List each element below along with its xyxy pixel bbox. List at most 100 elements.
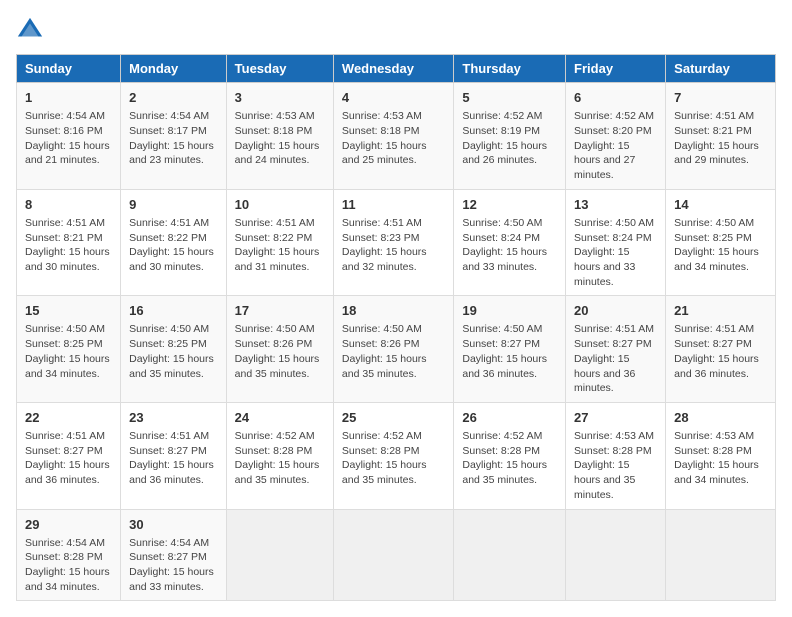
calendar-cell: 18 Sunrise: 4:50 AMSunset: 8:26 PMDayligh… [333, 296, 453, 403]
calendar-cell: 25 Sunrise: 4:52 AMSunset: 8:28 PMDayligh… [333, 402, 453, 509]
weekday-header-monday: Monday [121, 55, 227, 83]
day-number: 20 [574, 302, 657, 320]
calendar-cell: 5 Sunrise: 4:52 AMSunset: 8:19 PMDaylight… [454, 83, 566, 190]
day-number: 1 [25, 89, 112, 107]
calendar-cell [566, 509, 666, 601]
day-number: 5 [462, 89, 557, 107]
calendar-cell: 2 Sunrise: 4:54 AMSunset: 8:17 PMDaylight… [121, 83, 227, 190]
day-info: Sunrise: 4:52 AMSunset: 8:20 PMDaylight:… [574, 109, 657, 182]
day-info: Sunrise: 4:50 AMSunset: 8:27 PMDaylight:… [462, 322, 557, 381]
calendar-cell: 27 Sunrise: 4:53 AMSunset: 8:28 PMDayligh… [566, 402, 666, 509]
day-number: 8 [25, 196, 112, 214]
day-info: Sunrise: 4:52 AMSunset: 8:19 PMDaylight:… [462, 109, 557, 168]
logo [16, 16, 48, 44]
day-number: 29 [25, 516, 112, 534]
weekday-header-saturday: Saturday [666, 55, 776, 83]
day-number: 14 [674, 196, 767, 214]
day-number: 4 [342, 89, 445, 107]
day-info: Sunrise: 4:52 AMSunset: 8:28 PMDaylight:… [342, 429, 445, 488]
day-info: Sunrise: 4:53 AMSunset: 8:28 PMDaylight:… [674, 429, 767, 488]
weekday-header-tuesday: Tuesday [226, 55, 333, 83]
day-number: 2 [129, 89, 218, 107]
day-number: 15 [25, 302, 112, 320]
calendar-cell: 29 Sunrise: 4:54 AMSunset: 8:28 PMDayligh… [17, 509, 121, 601]
day-number: 6 [574, 89, 657, 107]
calendar-week-row: 1 Sunrise: 4:54 AMSunset: 8:16 PMDaylight… [17, 83, 776, 190]
weekday-header-wednesday: Wednesday [333, 55, 453, 83]
calendar-cell: 26 Sunrise: 4:52 AMSunset: 8:28 PMDayligh… [454, 402, 566, 509]
day-info: Sunrise: 4:50 AMSunset: 8:26 PMDaylight:… [235, 322, 325, 381]
day-info: Sunrise: 4:51 AMSunset: 8:21 PMDaylight:… [25, 216, 112, 275]
calendar-cell: 6 Sunrise: 4:52 AMSunset: 8:20 PMDaylight… [566, 83, 666, 190]
calendar-cell: 19 Sunrise: 4:50 AMSunset: 8:27 PMDayligh… [454, 296, 566, 403]
day-info: Sunrise: 4:51 AMSunset: 8:27 PMDaylight:… [674, 322, 767, 381]
calendar-cell: 9 Sunrise: 4:51 AMSunset: 8:22 PMDaylight… [121, 189, 227, 296]
day-info: Sunrise: 4:54 AMSunset: 8:16 PMDaylight:… [25, 109, 112, 168]
day-number: 11 [342, 196, 445, 214]
calendar-cell [454, 509, 566, 601]
day-info: Sunrise: 4:50 AMSunset: 8:24 PMDaylight:… [574, 216, 657, 289]
day-number: 9 [129, 196, 218, 214]
calendar-cell: 12 Sunrise: 4:50 AMSunset: 8:24 PMDayligh… [454, 189, 566, 296]
calendar-cell: 20Sunrise: 4:51 AMSunset: 8:27 PMDayligh… [566, 296, 666, 403]
day-info: Sunrise: 4:54 AMSunset: 8:28 PMDaylight:… [25, 536, 112, 595]
day-info: Sunrise: 4:50 AMSunset: 8:24 PMDaylight:… [462, 216, 557, 275]
calendar-week-row: 8 Sunrise: 4:51 AMSunset: 8:21 PMDaylight… [17, 189, 776, 296]
calendar-cell: 7Sunrise: 4:51 AMSunset: 8:21 PMDaylight… [666, 83, 776, 190]
day-number: 25 [342, 409, 445, 427]
day-info: Sunrise: 4:51 AMSunset: 8:27 PMDaylight:… [25, 429, 112, 488]
day-info: Sunrise: 4:51 AMSunset: 8:22 PMDaylight:… [235, 216, 325, 275]
day-info: Sunrise: 4:51 AMSunset: 8:27 PMDaylight:… [129, 429, 218, 488]
day-number: 24 [235, 409, 325, 427]
day-info: Sunrise: 4:50 AMSunset: 8:25 PMDaylight:… [129, 322, 218, 381]
day-info: Sunrise: 4:50 AMSunset: 8:25 PMDaylight:… [25, 322, 112, 381]
day-number: 21 [674, 302, 767, 320]
day-number: 17 [235, 302, 325, 320]
day-number: 27 [574, 409, 657, 427]
calendar-cell [333, 509, 453, 601]
calendar-cell: 23 Sunrise: 4:51 AMSunset: 8:27 PMDayligh… [121, 402, 227, 509]
day-number: 23 [129, 409, 218, 427]
calendar-cell: 13Sunrise: 4:50 AMSunset: 8:24 PMDayligh… [566, 189, 666, 296]
calendar-week-row: 15 Sunrise: 4:50 AMSunset: 8:25 PMDayligh… [17, 296, 776, 403]
calendar-week-row: 22Sunrise: 4:51 AMSunset: 8:27 PMDayligh… [17, 402, 776, 509]
day-info: Sunrise: 4:53 AMSunset: 8:28 PMDaylight:… [574, 429, 657, 502]
weekday-header-friday: Friday [566, 55, 666, 83]
day-info: Sunrise: 4:51 AMSunset: 8:23 PMDaylight:… [342, 216, 445, 275]
weekday-header-thursday: Thursday [454, 55, 566, 83]
calendar-cell: 16 Sunrise: 4:50 AMSunset: 8:25 PMDayligh… [121, 296, 227, 403]
day-info: Sunrise: 4:53 AMSunset: 8:18 PMDaylight:… [235, 109, 325, 168]
day-number: 18 [342, 302, 445, 320]
day-info: Sunrise: 4:54 AMSunset: 8:27 PMDaylight:… [129, 536, 218, 595]
calendar-cell: 21 Sunrise: 4:51 AMSunset: 8:27 PMDayligh… [666, 296, 776, 403]
calendar-week-row: 29 Sunrise: 4:54 AMSunset: 8:28 PMDayligh… [17, 509, 776, 601]
day-number: 28 [674, 409, 767, 427]
day-number: 19 [462, 302, 557, 320]
day-info: Sunrise: 4:50 AMSunset: 8:25 PMDaylight:… [674, 216, 767, 275]
calendar-cell: 24Sunrise: 4:52 AMSunset: 8:28 PMDayligh… [226, 402, 333, 509]
day-info: Sunrise: 4:54 AMSunset: 8:17 PMDaylight:… [129, 109, 218, 168]
calendar-cell: 28 Sunrise: 4:53 AMSunset: 8:28 PMDayligh… [666, 402, 776, 509]
day-number: 26 [462, 409, 557, 427]
calendar-cell [666, 509, 776, 601]
day-info: Sunrise: 4:53 AMSunset: 8:18 PMDaylight:… [342, 109, 445, 168]
weekday-header-sunday: Sunday [17, 55, 121, 83]
day-info: Sunrise: 4:51 AMSunset: 8:22 PMDaylight:… [129, 216, 218, 275]
calendar-cell: 1 Sunrise: 4:54 AMSunset: 8:16 PMDaylight… [17, 83, 121, 190]
day-info: Sunrise: 4:50 AMSunset: 8:26 PMDaylight:… [342, 322, 445, 381]
calendar-cell: 4 Sunrise: 4:53 AMSunset: 8:18 PMDaylight… [333, 83, 453, 190]
calendar-cell: 15 Sunrise: 4:50 AMSunset: 8:25 PMDayligh… [17, 296, 121, 403]
calendar-cell [226, 509, 333, 601]
calendar-cell: 11 Sunrise: 4:51 AMSunset: 8:23 PMDayligh… [333, 189, 453, 296]
day-info: Sunrise: 4:52 AMSunset: 8:28 PMDaylight:… [462, 429, 557, 488]
calendar-cell: 8 Sunrise: 4:51 AMSunset: 8:21 PMDaylight… [17, 189, 121, 296]
day-number: 3 [235, 89, 325, 107]
day-number: 30 [129, 516, 218, 534]
day-number: 16 [129, 302, 218, 320]
calendar-cell: 3 Sunrise: 4:53 AMSunset: 8:18 PMDaylight… [226, 83, 333, 190]
day-number: 10 [235, 196, 325, 214]
calendar-table: SundayMondayTuesdayWednesdayThursdayFrid… [16, 54, 776, 601]
day-number: 12 [462, 196, 557, 214]
day-number: 7 [674, 89, 767, 107]
calendar-cell: 22Sunrise: 4:51 AMSunset: 8:27 PMDayligh… [17, 402, 121, 509]
